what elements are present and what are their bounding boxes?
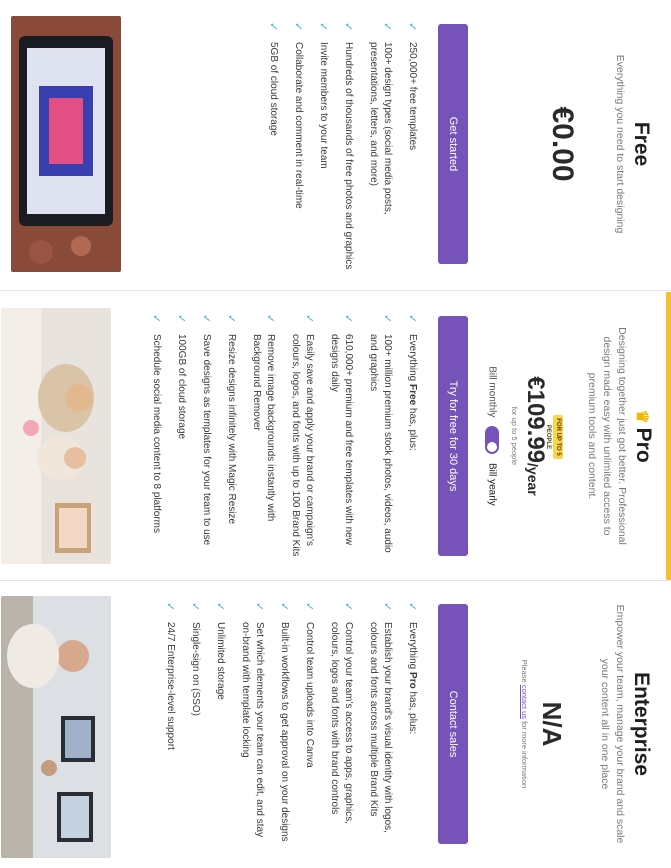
column-divider bbox=[0, 290, 671, 291]
get-started-button[interactable]: Get started bbox=[438, 24, 468, 264]
contact-note: Please contact us for more information bbox=[520, 659, 529, 789]
check-icon: ✓ bbox=[164, 602, 176, 612]
list-item: ✓ Save designs as templates for your team… bbox=[200, 314, 212, 546]
check-icon: ✓ bbox=[381, 602, 393, 612]
price-note: for up to 5 people bbox=[510, 406, 519, 466]
check-icon: ✓ bbox=[264, 314, 276, 324]
crown-icon: ♛ bbox=[633, 409, 650, 424]
check-icon: ✓ bbox=[381, 22, 393, 32]
check-icon: ✓ bbox=[292, 22, 304, 32]
billing-toggle[interactable] bbox=[485, 426, 499, 455]
check-icon: ✓ bbox=[406, 602, 418, 612]
plan-price-row: €109.99/year bbox=[521, 292, 549, 580]
list-item: ✓ Easily save and apply your brand or cam… bbox=[290, 314, 315, 557]
contact-sales-button[interactable]: Contact sales bbox=[438, 604, 468, 844]
list-item: ✓ Collaborate and comment in real-time bbox=[292, 22, 304, 209]
list-item: ✓ 100GB of cloud storage bbox=[175, 314, 187, 440]
billing-toggle-row: Bill monthly Bill yearly bbox=[485, 292, 499, 580]
check-icon: ✓ bbox=[342, 602, 354, 612]
plan-description: Designing together just got better. Prof… bbox=[586, 327, 628, 545]
team-photo bbox=[1, 308, 111, 564]
check-icon: ✓ bbox=[175, 314, 187, 324]
check-icon: ✓ bbox=[406, 314, 418, 324]
plan-free: Free Everything you need to start design… bbox=[0, 0, 671, 288]
feature-list: ✓ 250,000+ free templates ✓ 100+ design ty… bbox=[255, 20, 419, 270]
check-icon: ✓ bbox=[303, 314, 315, 324]
plan-enterprise: Enterprise Empower your team, manage you… bbox=[0, 580, 671, 868]
list-item: ✓ Everything Pro has, plus: bbox=[406, 602, 418, 735]
plan-price: N/A bbox=[537, 701, 567, 747]
pricing-page: Free Everything you need to start design… bbox=[0, 0, 671, 868]
team-size-badge: FOR UP TO 5 PEOPLE bbox=[545, 415, 563, 459]
try-free-button[interactable]: Try for free for 30 days bbox=[438, 316, 468, 556]
contact-us-link[interactable]: contact us bbox=[520, 685, 529, 719]
check-icon: ✓ bbox=[303, 602, 315, 612]
price-unit: /year bbox=[525, 463, 541, 496]
list-item: ✓ Remove image backgrounds instantly with… bbox=[251, 314, 276, 522]
check-icon: ✓ bbox=[342, 22, 354, 32]
check-icon: ✓ bbox=[253, 602, 265, 612]
list-item: ✓ Invite members to your team bbox=[317, 22, 329, 169]
plan-title: Enterprise bbox=[630, 672, 653, 776]
list-item: ✓ Control team uploads into Canva bbox=[303, 602, 315, 768]
check-icon: ✓ bbox=[342, 314, 354, 324]
plan-price: €0.00 bbox=[546, 106, 579, 182]
list-item: ✓ Resize designs infinitely with Magic Re… bbox=[225, 314, 237, 525]
list-item: ✓ 100+ million premium stock photos, vide… bbox=[368, 314, 393, 553]
list-item: ✓ Control your team's access to apps, gra… bbox=[329, 602, 354, 825]
check-icon: ✓ bbox=[317, 22, 329, 32]
check-icon: ✓ bbox=[267, 22, 279, 32]
check-icon: ✓ bbox=[225, 314, 237, 324]
feature-list: ✓ Everything Pro has, plus: ✓ Establish yo… bbox=[152, 600, 419, 850]
list-item: ✓ 5GB of cloud storage bbox=[267, 22, 279, 136]
plan-pro: ♛ Pro Designing together just got better.… bbox=[0, 292, 671, 580]
tablet-photo bbox=[11, 16, 121, 272]
list-item: ✓ Hundreds of thousands of free photos an… bbox=[342, 22, 354, 270]
plan-title-row: ♛ Pro bbox=[631, 292, 655, 580]
list-item: ✓ Unlimited storage bbox=[214, 602, 226, 700]
check-icon: ✓ bbox=[214, 602, 226, 612]
bill-yearly-label[interactable]: Bill yearly bbox=[486, 463, 497, 506]
list-item: ✓ 100+ design types (social media posts, … bbox=[368, 22, 393, 215]
list-item: ✓ 610,000+ premium and free templates wit… bbox=[329, 314, 354, 545]
list-item: ✓ Built-in workflows to get approval on y… bbox=[278, 602, 290, 842]
list-item: ✓ Set which elements your team can edit, … bbox=[240, 602, 265, 838]
list-item: ✓ Schedule social media content to 8 plat… bbox=[150, 314, 162, 533]
plan-description: Empower your team, manage your brand and… bbox=[599, 604, 626, 844]
check-icon: ✓ bbox=[278, 602, 290, 612]
office-photo bbox=[1, 596, 111, 858]
plan-price: €109.99 bbox=[522, 376, 549, 464]
list-item: ✓ Everything Free has, plus: bbox=[406, 314, 418, 451]
list-item: ✓ Establish your brand's visual identity … bbox=[368, 602, 393, 833]
list-item: ✓ 250,000+ free templates bbox=[406, 22, 418, 151]
check-icon: ✓ bbox=[200, 314, 212, 324]
plan-description: Everything you need to start designing bbox=[614, 54, 626, 234]
plan-title: Pro bbox=[632, 427, 655, 463]
check-icon: ✓ bbox=[189, 602, 201, 612]
check-icon: ✓ bbox=[381, 314, 393, 324]
plan-title: Free bbox=[630, 121, 653, 167]
list-item: ✓ Single-sign on (SSO) bbox=[189, 602, 201, 716]
bill-monthly-label[interactable]: Bill monthly bbox=[486, 366, 497, 417]
check-icon: ✓ bbox=[150, 314, 162, 324]
feature-list: ✓ Everything Free has, plus: ✓ 100+ millio… bbox=[138, 312, 419, 562]
check-icon: ✓ bbox=[406, 22, 418, 32]
list-item: ✓ 24/7 Enterprise-level support bbox=[164, 602, 176, 750]
